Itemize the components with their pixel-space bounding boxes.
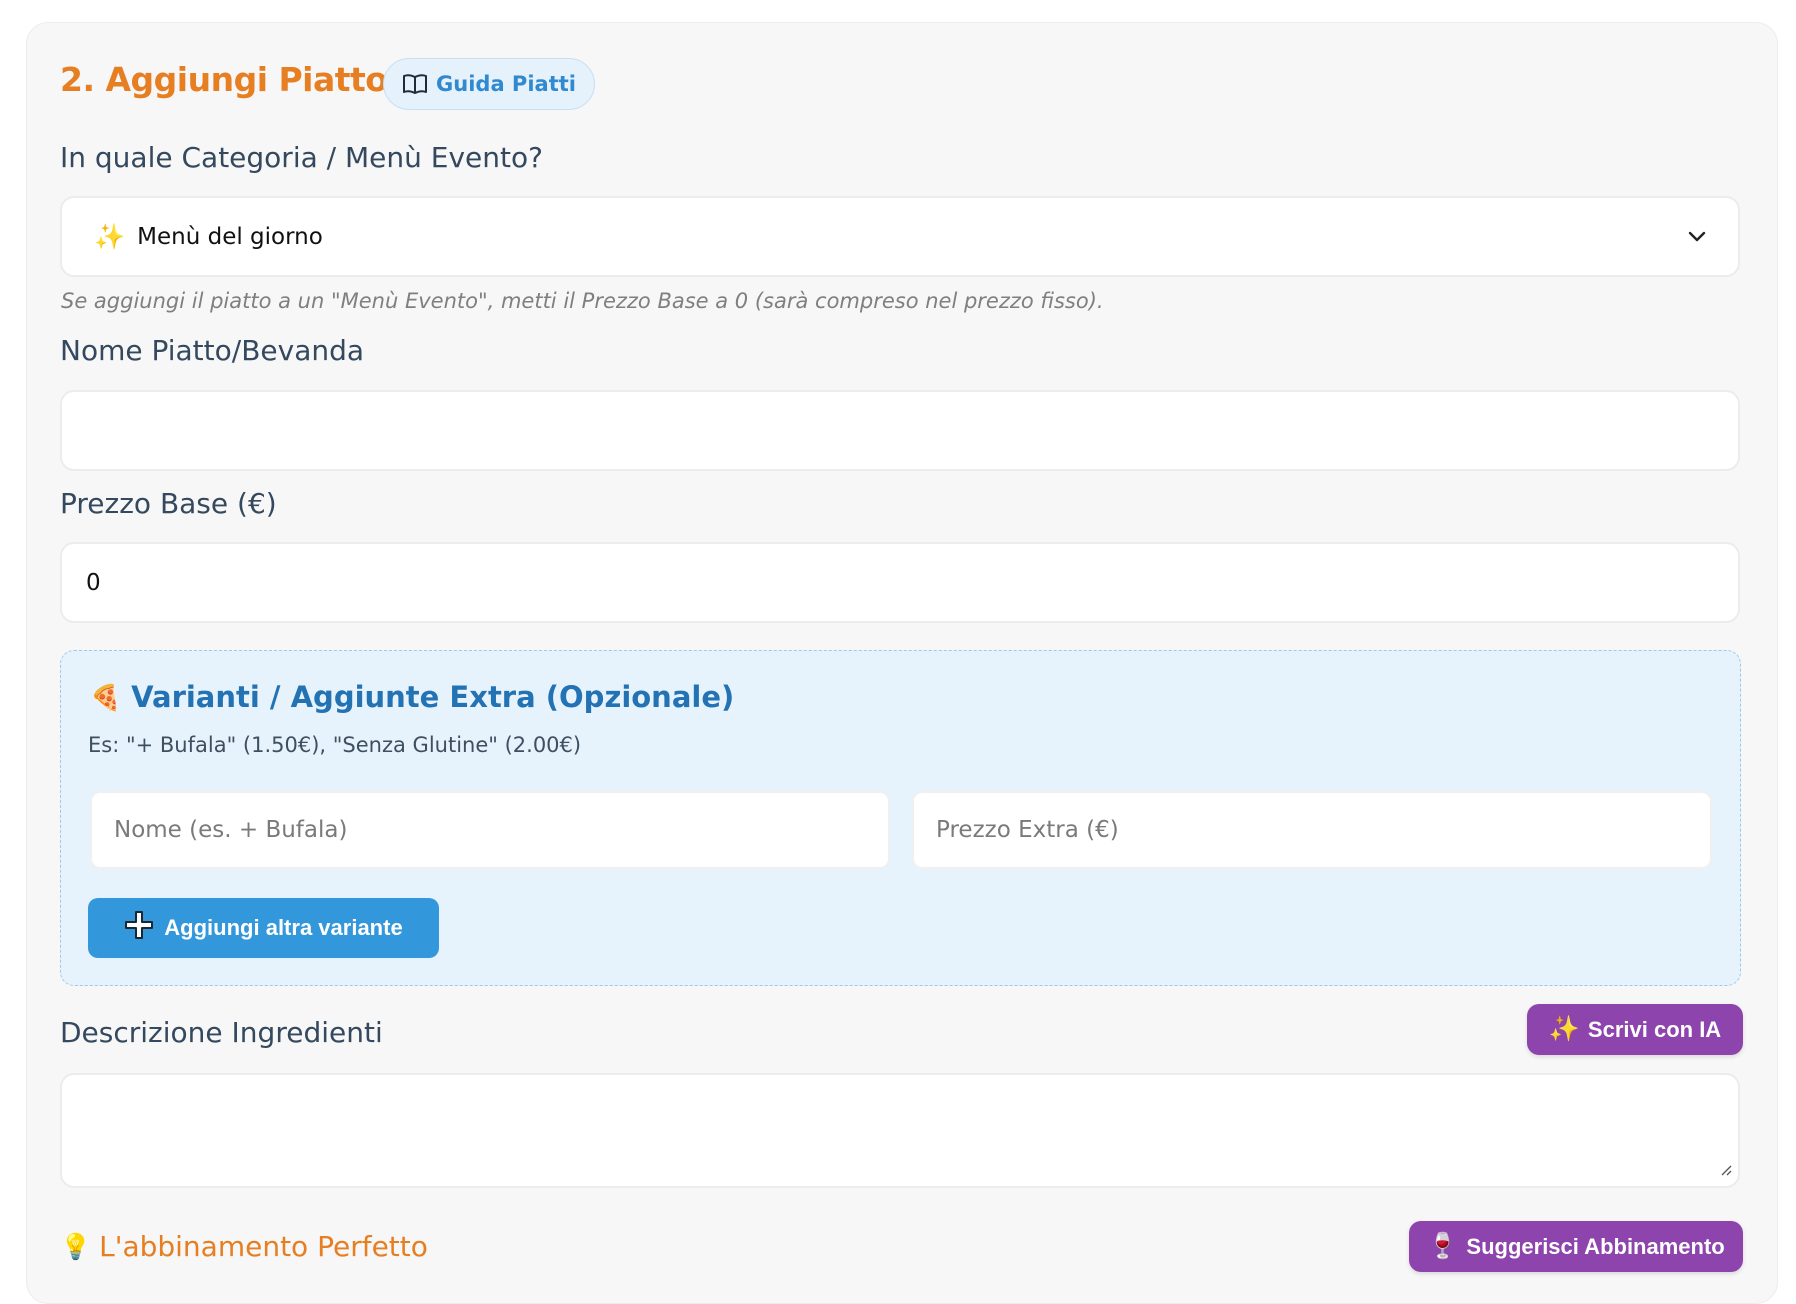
description-label: Descrizione Ingredienti xyxy=(60,1016,383,1049)
write-with-ai-button[interactable]: ✨ Scrivi con IA xyxy=(1527,1004,1743,1055)
base-price-input[interactable]: 0 xyxy=(60,542,1740,623)
guide-dishes-label: Guida Piatti xyxy=(436,72,576,96)
variant-price-placeholder: Prezzo Extra (€) xyxy=(936,817,1119,843)
pairing-title: 💡 L'abbinamento Perfetto xyxy=(60,1230,428,1263)
base-price-label: Prezzo Base (€) xyxy=(60,487,277,520)
category-select[interactable]: ✨ Menù del giorno xyxy=(60,196,1740,277)
sparkles-icon: ✨ xyxy=(1548,1015,1580,1043)
variant-name-placeholder: Nome (es. + Bufala) xyxy=(114,817,348,843)
wine-glass-icon: 🍷 xyxy=(1427,1232,1459,1260)
book-icon xyxy=(402,73,428,95)
variants-example: Es: "+ Bufala" (1.50€), "Senza Glutine" … xyxy=(88,733,582,757)
variants-title-text: Varianti / Aggiunte Extra (Opzionale) xyxy=(131,680,735,714)
lightbulb-icon: 💡 xyxy=(60,1232,92,1261)
description-textarea[interactable] xyxy=(60,1073,1740,1188)
pairing-label: L'abbinamento Perfetto xyxy=(99,1230,428,1263)
dish-name-label: Nome Piatto/Bevanda xyxy=(60,334,365,367)
sparkles-icon: ✨ xyxy=(94,222,126,251)
category-hint: Se aggiungi il piatto a un "Menù Evento"… xyxy=(61,289,1104,313)
add-variant-label: Aggiungi altra variante xyxy=(164,915,403,940)
add-variant-button[interactable]: Aggiungi altra variante xyxy=(88,898,439,958)
section-title: 2. Aggiungi Piatto xyxy=(60,60,388,99)
write-with-ai-label: Scrivi con IA xyxy=(1587,1016,1722,1042)
variants-title: 🍕 Varianti / Aggiunte Extra (Opzionale) xyxy=(90,680,734,714)
base-price-value: 0 xyxy=(86,569,101,596)
chevron-down-icon xyxy=(1688,231,1706,243)
dish-name-input[interactable] xyxy=(60,390,1740,471)
suggest-pairing-button[interactable]: 🍷 Suggerisci Abbinamento xyxy=(1409,1221,1743,1272)
resize-handle-icon[interactable] xyxy=(1720,1161,1732,1180)
guide-dishes-button[interactable]: Guida Piatti xyxy=(383,58,595,110)
plus-icon xyxy=(124,910,154,946)
category-label: In quale Categoria / Menù Evento? xyxy=(60,141,543,174)
variant-price-input[interactable]: Prezzo Extra (€) xyxy=(912,791,1712,869)
suggest-pairing-label: Suggerisci Abbinamento xyxy=(1466,1233,1725,1259)
variant-name-input[interactable]: Nome (es. + Bufala) xyxy=(90,791,890,869)
pizza-icon: 🍕 xyxy=(90,682,122,712)
category-selected-value: Menù del giorno xyxy=(137,223,323,250)
